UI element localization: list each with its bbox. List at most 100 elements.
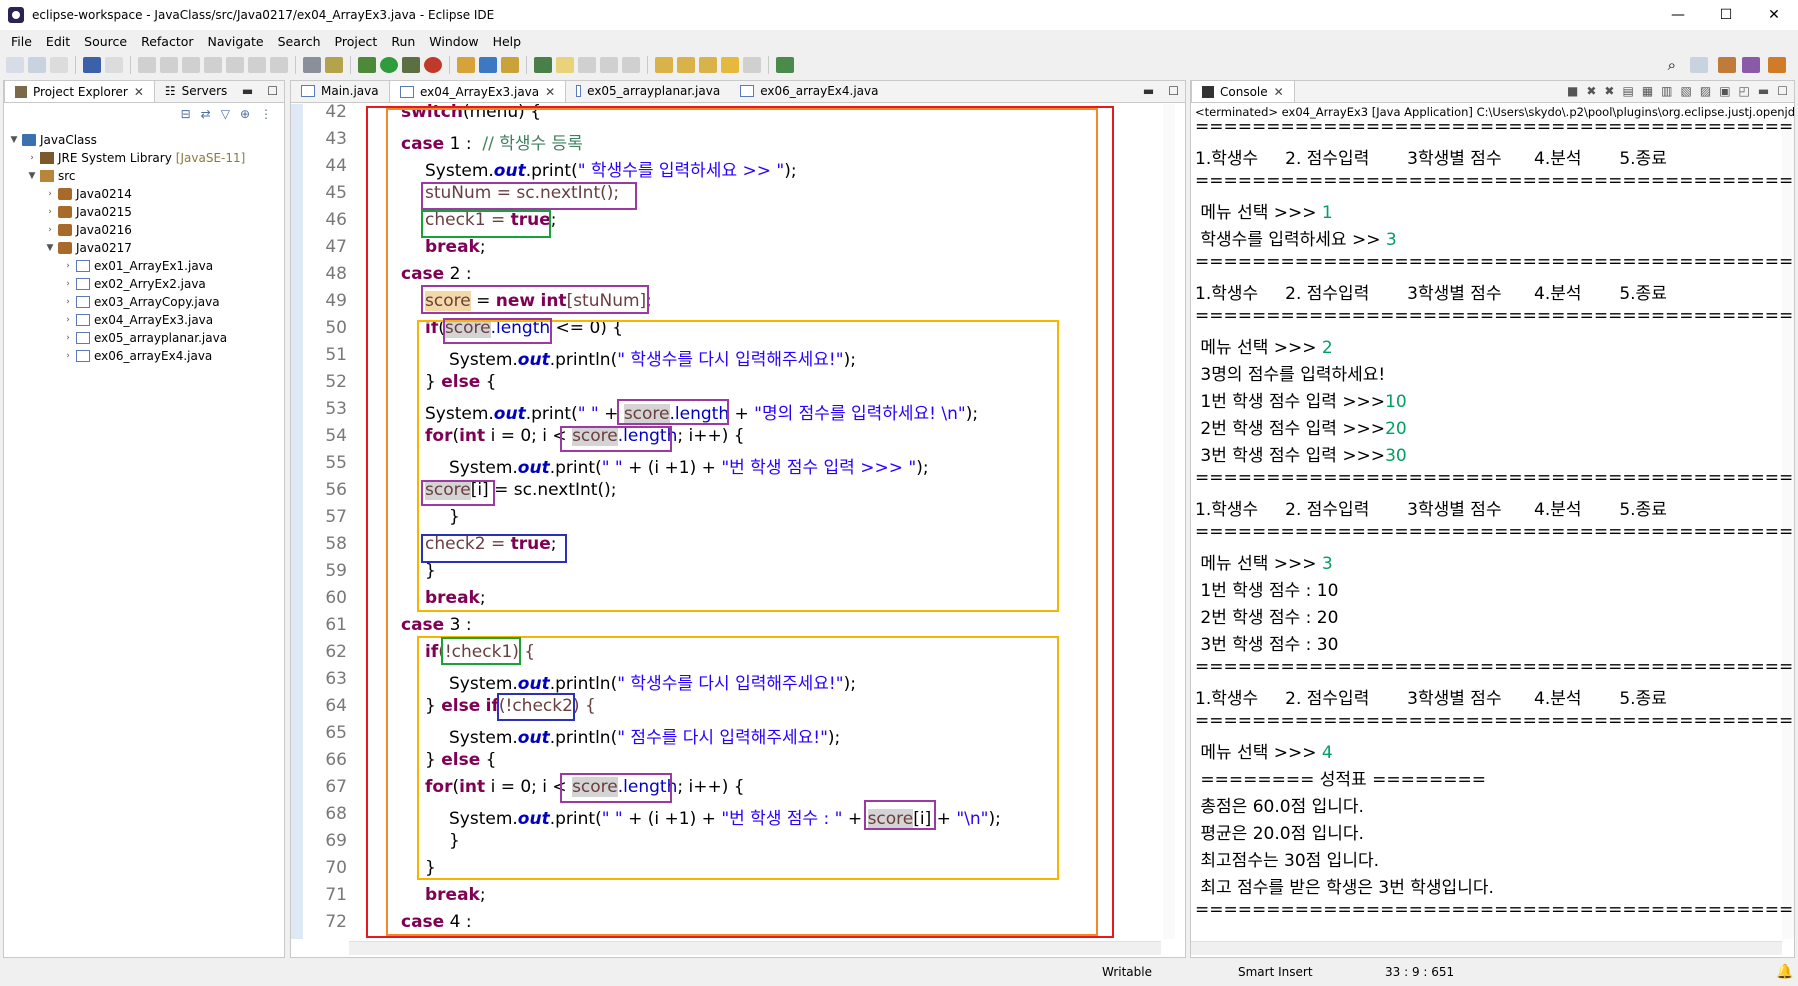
block-selection-icon[interactable] [578, 57, 596, 73]
chevron-down-icon[interactable]: ▼ [8, 135, 20, 145]
debug-perspective-icon[interactable] [1768, 57, 1786, 73]
chevron-down-icon[interactable]: ▼ [26, 171, 38, 181]
skip-breakpoints-icon[interactable] [105, 57, 123, 73]
tab-ex05-arrayplanar[interactable]: ex05_arrayplanar.java [566, 81, 730, 102]
view-menu-icon[interactable]: ⋮ [260, 107, 272, 121]
next-annotation-icon[interactable] [655, 57, 673, 73]
tree-item-file[interactable]: › ex04_ArrayEx3.java [4, 311, 284, 329]
step-return-icon[interactable] [270, 57, 288, 73]
build-icon[interactable] [325, 57, 343, 73]
menu-run[interactable]: Run [384, 34, 422, 49]
tab-console[interactable]: Console ✕ [1191, 81, 1295, 102]
chevron-right-icon[interactable]: › [62, 279, 74, 289]
java-ee-perspective-icon[interactable] [1718, 57, 1736, 73]
disconnect-icon[interactable] [204, 57, 222, 73]
menu-edit[interactable]: Edit [39, 34, 77, 49]
tree-item-java0215[interactable]: › Java0215 [4, 203, 284, 221]
tab-project-explorer[interactable]: Project Explorer ✕ [4, 80, 155, 102]
open-type-icon[interactable] [534, 57, 552, 73]
new-java-project-icon[interactable] [457, 57, 475, 73]
menu-refactor[interactable]: Refactor [134, 34, 200, 49]
chevron-right-icon[interactable]: › [62, 261, 74, 271]
menu-source[interactable]: Source [77, 34, 134, 49]
tree-item-java0214[interactable]: › Java0214 [4, 185, 284, 203]
word-wrap-icon[interactable]: ▥ [1661, 84, 1672, 98]
maximize-button[interactable]: ☐ [1702, 0, 1750, 30]
show-on-output-icon[interactable]: ▧ [1681, 84, 1692, 98]
save-all-icon[interactable] [50, 57, 68, 73]
chevron-right-icon[interactable]: › [44, 207, 56, 217]
link-with-editor-icon[interactable]: ⇄ [201, 107, 211, 121]
remove-launch-icon[interactable]: ✖ [1586, 84, 1596, 98]
minimize-button[interactable]: — [1654, 0, 1702, 30]
menu-project[interactable]: Project [328, 34, 385, 49]
minimize-icon[interactable]: ▬ [242, 84, 253, 98]
resume-icon[interactable] [138, 57, 156, 73]
run-coverage-icon[interactable] [402, 57, 420, 73]
last-edit-icon[interactable] [699, 57, 717, 73]
chevron-right-icon[interactable]: › [62, 315, 74, 325]
tab-ex06-arrayex4[interactable]: ex06_arrayEx4.java [730, 81, 888, 102]
tab-ex04-arrayex3[interactable]: ex04_ArrayEx3.java ✕ [389, 81, 567, 102]
new-package-icon[interactable] [479, 57, 497, 73]
tree-item-file[interactable]: › ex06_arrayEx4.java [4, 347, 284, 365]
tree-item-file[interactable]: › ex01_ArrayEx1.java [4, 257, 284, 275]
pin-editor-icon[interactable] [776, 57, 794, 73]
menu-navigate[interactable]: Navigate [201, 34, 271, 49]
collapse-all-icon[interactable]: ⊟ [181, 107, 191, 121]
tree-item-java0217[interactable]: ▼ Java0217 [4, 239, 284, 257]
console-horizontal-scrollbar[interactable] [1191, 941, 1782, 955]
chevron-right-icon[interactable]: › [26, 153, 38, 163]
back-icon[interactable] [721, 57, 739, 73]
menu-window[interactable]: Window [422, 34, 485, 49]
close-icon[interactable]: ✕ [545, 85, 555, 99]
minimize-icon[interactable]: ▬ [1143, 84, 1154, 98]
maximize-icon[interactable]: ☐ [1777, 84, 1788, 98]
tree-item-file[interactable]: › ex02_ArryEx2.java [4, 275, 284, 293]
minimize-icon[interactable]: ▬ [1758, 84, 1769, 98]
suspend-icon[interactable] [160, 57, 178, 73]
tree-item-src[interactable]: ▼ src [4, 167, 284, 185]
save-icon[interactable] [28, 57, 46, 73]
previous-annotation-icon[interactable] [677, 57, 695, 73]
debug-icon[interactable] [358, 57, 376, 73]
external-tools-icon[interactable] [424, 57, 442, 73]
filter-icon[interactable]: ▽ [221, 107, 230, 121]
close-button[interactable]: ✕ [1750, 0, 1798, 30]
notification-icon[interactable]: 🔔 [1776, 964, 1793, 980]
mark-occurrences-icon[interactable] [556, 57, 574, 73]
menu-search[interactable]: Search [271, 34, 328, 49]
focus-icon[interactable]: ⊕ [240, 107, 250, 121]
close-icon[interactable]: ✕ [134, 85, 144, 99]
display-console-icon[interactable]: ▣ [1719, 84, 1730, 98]
tree-item-java0216[interactable]: › Java0216 [4, 221, 284, 239]
new-class-icon[interactable] [501, 57, 519, 73]
forward-icon[interactable] [743, 57, 761, 73]
scroll-lock-icon[interactable]: ▦ [1642, 84, 1653, 98]
tab-servers[interactable]: ☷ Servers [155, 80, 237, 102]
word-wrap-icon[interactable] [600, 57, 618, 73]
menu-file[interactable]: File [4, 34, 39, 49]
show-whitespace-icon[interactable] [622, 57, 640, 73]
new-icon[interactable] [6, 57, 24, 73]
clear-console-icon[interactable]: ▤ [1622, 84, 1633, 98]
remove-all-icon[interactable]: ✖ [1604, 84, 1614, 98]
editor-vertical-scrollbar[interactable] [1163, 104, 1175, 939]
maximize-icon[interactable]: ☐ [267, 84, 278, 98]
tree-item-jre[interactable]: › JRE System Library [JavaSE-11] [4, 149, 284, 167]
search-icon[interactable]: ⌕ [1668, 56, 1676, 74]
step-into-icon[interactable] [226, 57, 244, 73]
tree-item-javaclass[interactable]: ▼ JavaClass [4, 131, 284, 149]
menu-help[interactable]: Help [486, 34, 529, 49]
run-icon[interactable] [380, 57, 398, 73]
terminate-icon[interactable] [182, 57, 200, 73]
editor-horizontal-scrollbar[interactable] [349, 941, 1161, 955]
open-console-icon[interactable]: ◰ [1739, 84, 1750, 98]
tab-main-java[interactable]: Main.java [291, 81, 389, 102]
pin-console-icon[interactable]: ▨ [1700, 84, 1711, 98]
chevron-right-icon[interactable]: › [44, 225, 56, 235]
chevron-right-icon[interactable]: › [44, 189, 56, 199]
step-over-icon[interactable] [248, 57, 266, 73]
tree-item-file[interactable]: › ex03_ArrayCopy.java [4, 293, 284, 311]
java-perspective-icon[interactable] [1742, 57, 1760, 73]
